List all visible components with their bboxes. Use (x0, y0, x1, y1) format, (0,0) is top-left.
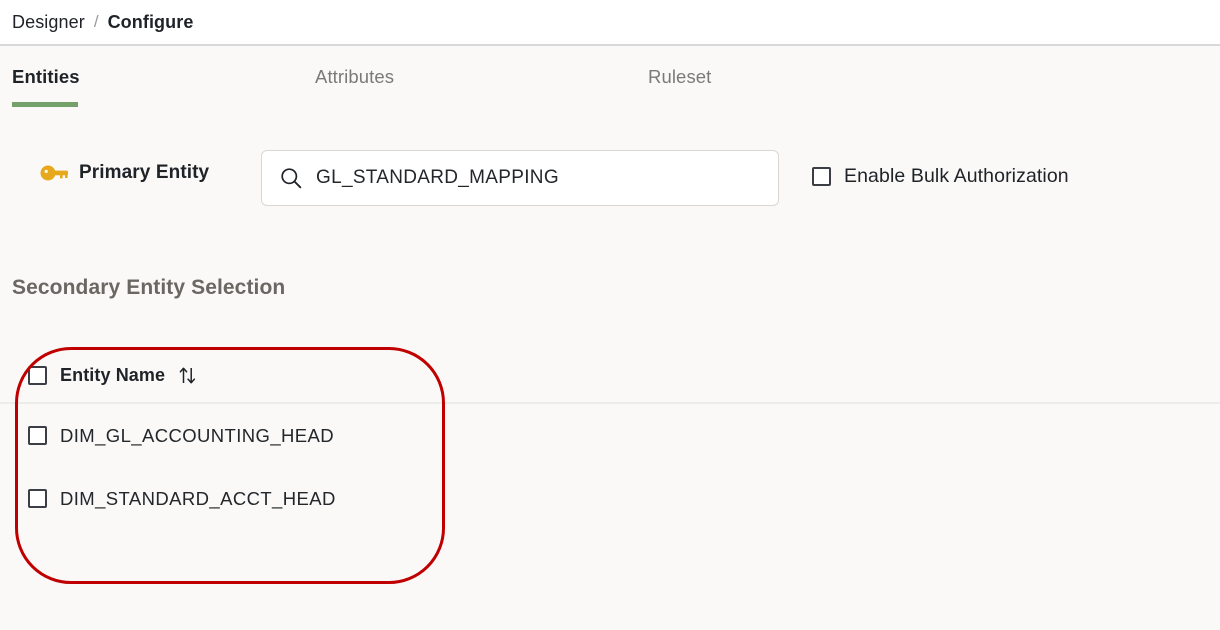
breadcrumb-item-configure: Configure (107, 11, 194, 32)
row-checkbox[interactable] (28, 426, 47, 445)
column-header-label: Entity Name (60, 364, 166, 385)
select-all-checkbox[interactable] (28, 365, 47, 385)
breadcrumb-separator: / (93, 12, 99, 31)
entity-name-cell: DIM_GL_ACCOUNTING_HEAD (60, 424, 335, 446)
column-header-entity-name[interactable]: Entity Name (60, 365, 196, 386)
enable-bulk-authorization-row[interactable]: Enable Bulk Authorization (812, 165, 1069, 188)
key-icon (40, 165, 68, 181)
row-checkbox[interactable] (28, 489, 47, 508)
primary-entity-label: Primary Entity (79, 162, 210, 183)
select-all-cell[interactable] (0, 365, 60, 385)
tab-ruleset[interactable]: Ruleset (648, 66, 711, 88)
table-header-row: Entity Name (0, 348, 1220, 404)
primary-entity-row: Primary Entity GL_STANDARD_MAPPING Enabl… (0, 150, 1220, 216)
row-select-cell[interactable] (0, 426, 60, 445)
enable-bulk-authorization-label: Enable Bulk Authorization (844, 165, 1069, 187)
primary-entity-label-group: Primary Entity (40, 162, 209, 184)
breadcrumb: Designer / Configure (0, 0, 1220, 46)
table-row[interactable]: DIM_STANDARD_ACCT_HEAD (0, 467, 1220, 530)
primary-entity-search-input[interactable]: GL_STANDARD_MAPPING (316, 167, 559, 189)
tab-entities[interactable]: Entities (12, 66, 80, 88)
tab-bar: Entities Attributes Ruleset (0, 46, 1220, 120)
sort-ascending-descending-icon[interactable] (179, 366, 196, 385)
search-icon (281, 168, 302, 189)
secondary-entity-selection-heading: Secondary Entity Selection (12, 276, 286, 299)
secondary-entity-table: Entity Name DIM_GL_ACCOUNTING_HEAD DIM_S… (0, 348, 1220, 530)
table-row[interactable]: DIM_GL_ACCOUNTING_HEAD (0, 404, 1220, 467)
active-tab-indicator (12, 102, 78, 107)
primary-entity-search-box[interactable]: GL_STANDARD_MAPPING (261, 150, 779, 206)
breadcrumb-item-designer[interactable]: Designer (12, 12, 85, 33)
tab-attributes[interactable]: Attributes (315, 66, 394, 88)
enable-bulk-authorization-checkbox[interactable] (812, 167, 831, 186)
row-select-cell[interactable] (0, 489, 60, 508)
entity-name-cell: DIM_STANDARD_ACCT_HEAD (60, 487, 336, 509)
